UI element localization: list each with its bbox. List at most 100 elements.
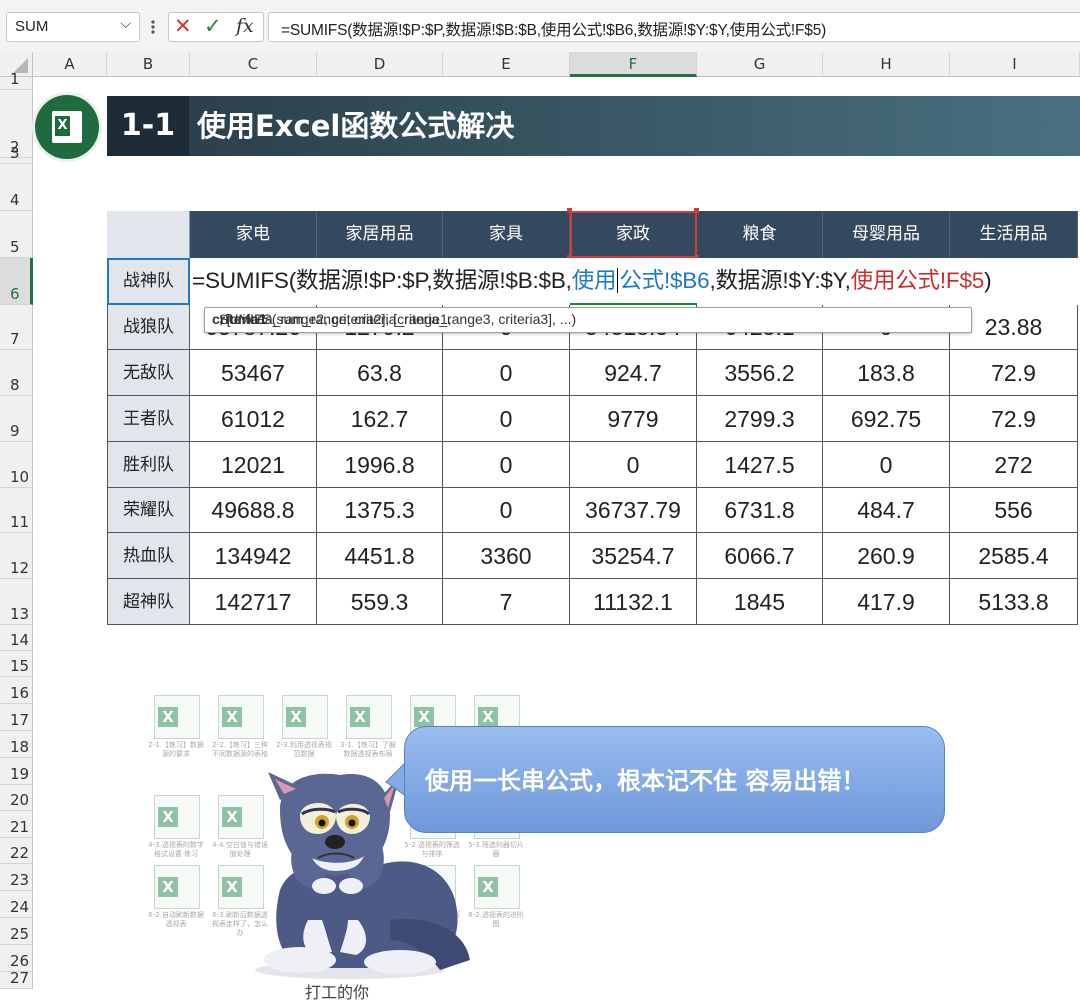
row-label-cell[interactable]: 超神队 — [107, 579, 190, 625]
column-header-e[interactable]: E — [443, 52, 570, 77]
column-header-c[interactable]: C — [190, 52, 317, 77]
table-cell[interactable]: 134942 — [190, 533, 317, 579]
function-tooltip[interactable]: SUMIFS(sum_range, criteria_range1, crite… — [204, 307, 972, 333]
table-cell[interactable]: 162.7 — [317, 396, 443, 442]
row-header-7[interactable]: 7 — [0, 305, 33, 350]
table-cell[interactable]: 9779 — [570, 396, 697, 442]
table-cell[interactable]: 5133.8 — [950, 579, 1078, 625]
table-header-cell[interactable]: 家电 — [190, 211, 317, 258]
row-header-19[interactable]: 19 — [0, 758, 33, 785]
table-cell[interactable]: 49688.8 — [190, 488, 317, 533]
row-label-cell[interactable]: 胜利队 — [107, 442, 190, 488]
table-header-cell[interactable]: 母婴用品 — [823, 211, 950, 258]
table-cell[interactable]: 692.75 — [823, 396, 950, 442]
table-cell[interactable]: 1375.3 — [317, 488, 443, 533]
table-cell[interactable]: 260.9 — [823, 533, 950, 579]
row-header-24[interactable]: 24 — [0, 891, 33, 918]
table-cell[interactable]: 4451.8 — [317, 533, 443, 579]
column-header-b[interactable]: B — [107, 52, 190, 77]
more-options-icon[interactable] — [148, 16, 158, 38]
table-cell[interactable]: 556 — [950, 488, 1078, 533]
table-cell[interactable]: 12021 — [190, 442, 317, 488]
row-header-12[interactable]: 12 — [0, 533, 33, 579]
table-cell[interactable]: 11132.1 — [570, 579, 697, 625]
row-label-cell[interactable]: 荣耀队 — [107, 488, 190, 533]
table-cell[interactable]: 272 — [950, 442, 1078, 488]
column-header-h[interactable]: H — [823, 52, 950, 77]
table-cell[interactable]: 53467 — [190, 350, 317, 396]
row-header-18[interactable]: 18 — [0, 731, 33, 758]
column-header-d[interactable]: D — [317, 52, 443, 77]
table-cell[interactable]: 1845 — [697, 579, 823, 625]
row-header-13[interactable]: 13 — [0, 579, 33, 625]
speech-bubble: 使用一长串公式，根本记不住 容易出错！ — [404, 726, 945, 833]
column-header-g[interactable]: G — [697, 52, 823, 77]
table-header-cell[interactable]: 家具 — [443, 211, 570, 258]
row-header-26[interactable]: 26 — [0, 945, 33, 972]
row-header-8[interactable]: 8 — [0, 350, 33, 396]
cell-formula-editor[interactable]: =SUMIFS(数据源!$P:$P,数据源!$B:$B,使用 公式!$B6,数据源… — [192, 263, 992, 295]
row-header-25[interactable]: 25 — [0, 918, 33, 945]
table-header-cell[interactable]: 生活用品 — [950, 211, 1078, 258]
table-cell[interactable]: 0 — [443, 488, 570, 533]
table-cell[interactable]: 0 — [443, 442, 570, 488]
table-cell[interactable]: 2799.3 — [697, 396, 823, 442]
table-cell[interactable]: 0 — [443, 350, 570, 396]
row-header-15[interactable]: 15 — [0, 651, 33, 677]
table-corner-cell[interactable] — [107, 211, 190, 258]
chevron-down-icon[interactable]: ⌵ — [120, 16, 131, 32]
row-header-17[interactable]: 17 — [0, 704, 33, 731]
row-header-4[interactable]: 4 — [0, 164, 33, 211]
table-cell[interactable]: 35254.7 — [570, 533, 697, 579]
row-header-22[interactable]: 22 — [0, 838, 33, 864]
column-header-a[interactable]: A — [33, 52, 107, 77]
row-header-9[interactable]: 9 — [0, 396, 33, 442]
row-label-cell[interactable]: 无敌队 — [107, 350, 190, 396]
row-header-10[interactable]: 10 — [0, 442, 33, 488]
table-cell[interactable]: 7 — [443, 579, 570, 625]
table-cell[interactable]: 6066.7 — [697, 533, 823, 579]
row-header-23[interactable]: 23 — [0, 864, 33, 891]
formula-input[interactable]: =SUMIFS(数据源!$P:$P,数据源!$B:$B,使用公式!$B6,数据源… — [268, 12, 1080, 42]
table-cell[interactable]: 1996.8 — [317, 442, 443, 488]
name-box[interactable]: SUM ⌵ — [6, 12, 140, 42]
table-header-cell[interactable]: 粮食 — [697, 211, 823, 258]
column-header-i[interactable]: I — [950, 52, 1080, 77]
row-header-11[interactable]: 11 — [0, 488, 33, 533]
enter-check-icon[interactable]: ✓ — [204, 14, 222, 38]
table-header-cell[interactable]: 家居用品 — [317, 211, 443, 258]
table-cell[interactable]: 63.8 — [317, 350, 443, 396]
table-cell[interactable]: 0 — [823, 442, 950, 488]
table-cell[interactable]: 3360 — [443, 533, 570, 579]
row-header-14[interactable]: 14 — [0, 625, 33, 651]
cancel-icon[interactable]: ✕ — [174, 14, 192, 38]
table-cell[interactable]: 1427.5 — [697, 442, 823, 488]
table-cell[interactable]: 183.8 — [823, 350, 950, 396]
table-cell[interactable]: 0 — [570, 442, 697, 488]
row-header-5[interactable]: 5 — [0, 211, 33, 258]
table-cell[interactable]: 559.3 — [317, 579, 443, 625]
row-label-cell[interactable]: 王者队 — [107, 396, 190, 442]
table-cell[interactable]: 3556.2 — [697, 350, 823, 396]
column-header-f[interactable]: F — [570, 52, 697, 77]
table-cell[interactable]: 6731.8 — [697, 488, 823, 533]
table-cell[interactable]: 2585.4 — [950, 533, 1078, 579]
table-cell[interactable]: 142717 — [190, 579, 317, 625]
table-cell[interactable]: 417.9 — [823, 579, 950, 625]
table-cell[interactable]: 484.7 — [823, 488, 950, 533]
row-header-6[interactable]: 6 — [0, 258, 33, 305]
row-header-21[interactable]: 21 — [0, 811, 33, 838]
row-header-20[interactable]: 20 — [0, 785, 33, 811]
table-cell[interactable]: 61012 — [190, 396, 317, 442]
insert-function-icon[interactable]: fx — [236, 15, 254, 37]
table-cell[interactable]: 72.9 — [950, 396, 1078, 442]
row-label-cell[interactable]: 战狼队 — [107, 305, 190, 350]
row-header-27[interactable]: 27 — [0, 969, 33, 989]
table-cell[interactable]: 0 — [443, 396, 570, 442]
table-cell[interactable]: 924.7 — [570, 350, 697, 396]
row-header-16[interactable]: 16 — [0, 677, 33, 704]
row-header-1[interactable]: 1 — [0, 70, 33, 90]
row-label-cell[interactable]: 热血队 — [107, 533, 190, 579]
table-cell[interactable]: 72.9 — [950, 350, 1078, 396]
table-cell[interactable]: 36737.79 — [570, 488, 697, 533]
